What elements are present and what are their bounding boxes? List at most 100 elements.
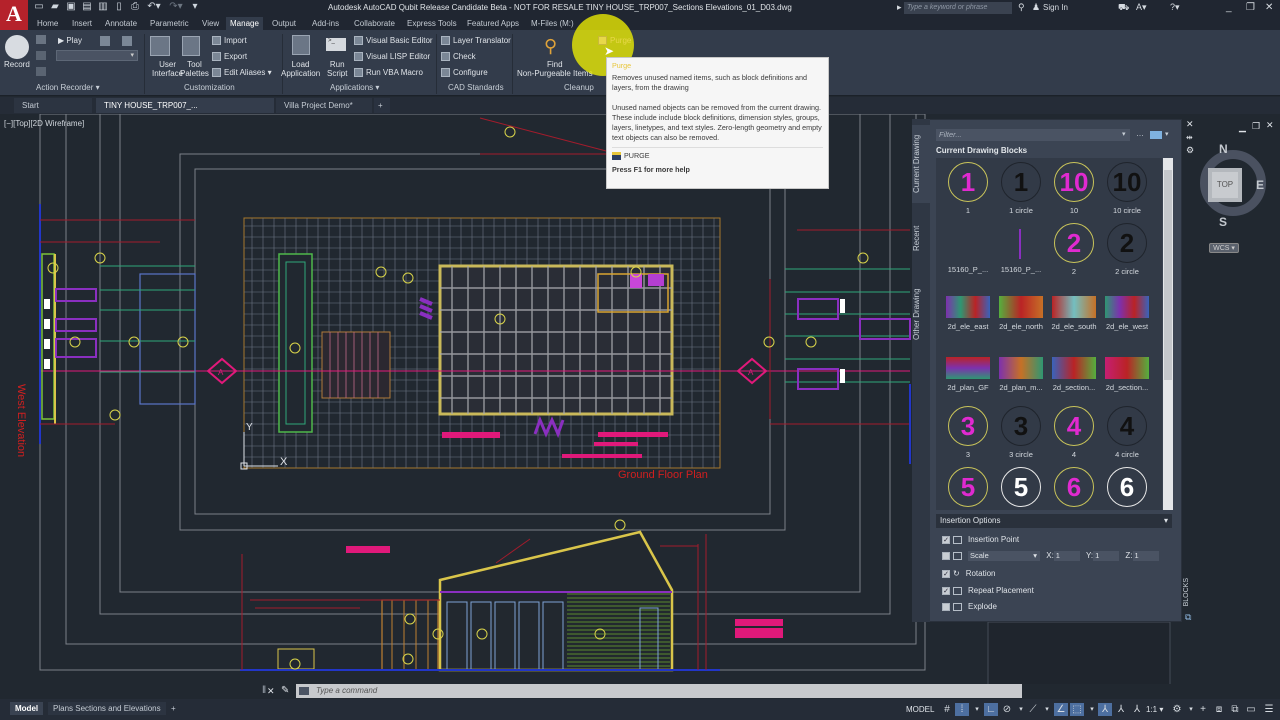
minimize-button[interactable]: _ [1226,2,1232,13]
insert-base-point-icon[interactable] [36,67,46,76]
tab-manage[interactable]: Manage [226,17,263,30]
tab-other-drawing[interactable]: Other Drawing [912,273,930,355]
snap-mode-icon[interactable]: ⁞ [955,703,969,716]
osnap-dropdown-icon[interactable]: ▾ [1085,703,1099,716]
tool-palettes-button[interactable]: Tool Palettes [180,60,209,78]
option-scale[interactable]: Scale ▾ X: 1 Y: 1 Z: 1 [942,551,1159,561]
edit-aliases-button[interactable]: Edit Aliases ▾ [212,68,272,78]
block-item[interactable]: 15160_P_... [940,221,996,281]
compass-east[interactable]: E [1256,178,1264,192]
expand-search-icon[interactable]: ▸ [897,2,902,13]
isodraft-dropdown-icon[interactable]: ▾ [1040,703,1054,716]
binoculars-icon[interactable]: ⚲ [1018,2,1025,13]
tool-palettes-icon[interactable] [182,36,200,56]
import-button[interactable]: Import [212,36,247,46]
redo-icon[interactable]: ↷▾ [168,2,184,12]
command-line-grip[interactable]: ‖ [262,685,266,696]
block-item[interactable]: 44 [1046,404,1102,464]
block-item[interactable]: 10 10 [1046,160,1102,220]
load-application-icon[interactable] [292,35,310,55]
visual-lisp-editor-button[interactable]: Visual LISP Editor [354,52,430,62]
tab-insert[interactable]: Insert [68,17,96,30]
object-snap-icon[interactable]: ⬚ [1070,703,1084,716]
model-space-toggle[interactable]: MODEL [906,705,934,714]
layer-translator-button[interactable]: Layer Translator [441,36,511,46]
block-item[interactable]: 2d_plan_m... [993,343,1049,403]
run-script-button[interactable]: Run Script [327,60,347,78]
load-application-button[interactable]: Load Application [281,60,320,78]
tab-add-ins[interactable]: Add-ins [308,17,343,30]
check-button[interactable]: Check [441,52,476,62]
block-item[interactable]: 3 3 circle [993,404,1049,464]
scale-select[interactable]: Scale ▾ [968,551,1040,561]
grid-icon[interactable]: # [940,703,954,716]
play-button[interactable]: ▶ Play [58,36,82,45]
share-icon[interactable]: ▯ [114,2,124,12]
block-item[interactable]: 2d_ele_east [940,282,996,342]
open-folder-icon[interactable]: ▰ [50,2,60,12]
scale-checkbox[interactable] [942,552,950,560]
viewport-controls[interactable]: [−][Top][2D Wireframe] [4,119,84,128]
viewport-close-icon[interactable]: ✕ [1266,120,1274,131]
tab-current-drawing[interactable]: Current Drawing [912,125,930,203]
auto-scale-icon[interactable]: ⅄ [1114,703,1128,716]
block-item[interactable]: 5 [993,465,1049,510]
user-interface-icon[interactable] [150,36,170,56]
palette-properties-icon[interactable]: ⚙ [1186,145,1194,156]
annotation-monitor-icon[interactable]: + [1196,703,1210,716]
block-item[interactable]: 22 [1046,221,1102,281]
preferences-icon[interactable] [100,36,110,46]
compass-north[interactable]: N [1219,142,1228,156]
new-file-icon[interactable]: ▭ [34,2,44,12]
isodraft-icon[interactable]: ⟋ [1026,703,1040,716]
workspace-gear-icon[interactable]: ⚙ [1170,703,1184,716]
option-insertion-point[interactable]: ✓ Insertion Point [942,535,1019,544]
autodesk-a360-icon[interactable]: A▾ [1136,2,1147,13]
filter-dropdown-icon[interactable]: ▾ [1122,130,1126,138]
isolate-objects-icon[interactable]: ⧉ [1228,703,1242,716]
cart-icon[interactable]: ⛟ [1118,2,1129,14]
tab-featured-apps[interactable]: Featured Apps [463,17,523,30]
viewport-minimize-icon[interactable]: ▁ [1239,122,1246,133]
wcs-menu[interactable]: WCS ▾ [1209,243,1239,253]
print-icon[interactable]: ⎙ [130,2,140,12]
units-icon[interactable]: ⧈ [1212,703,1226,716]
command-customize-icon[interactable]: ✎ [281,685,289,696]
tab-output[interactable]: Output [268,17,300,30]
blocks-scrollbar-thumb[interactable] [1164,170,1172,380]
close-button[interactable]: ✕ [1265,2,1273,13]
command-close-icon[interactable]: ✕ [267,686,275,697]
block-item[interactable]: 6 [1099,465,1155,510]
restore-button[interactable]: ❐ [1246,2,1255,13]
block-item[interactable]: 2d_section... [1046,343,1102,403]
explode-checkbox[interactable] [942,602,950,611]
record-icon[interactable] [5,35,29,59]
tab-recent[interactable]: Recent [912,207,930,269]
save-as-icon[interactable]: ▤ [82,2,92,12]
request-user-input-icon[interactable] [36,51,46,60]
insertion-options-header[interactable]: Insertion Options ▾ [936,514,1172,528]
publish-icon[interactable]: ▥ [98,2,108,12]
qat-dropdown-icon[interactable]: ▾ [190,2,200,12]
collapse-icon[interactable]: ▾ [1164,514,1168,528]
layout-tab-plans[interactable]: Plans Sections and Elevations [48,702,166,715]
tab-collaborate[interactable]: Collaborate [350,17,399,30]
block-item[interactable]: 11 [940,160,996,220]
object-snap-tracking-icon[interactable]: ∠ [1054,703,1068,716]
option-rotation[interactable]: ✓ ↻ Rotation [942,569,996,578]
tab-parametric[interactable]: Parametric [146,17,193,30]
viewport-restore-icon[interactable]: ❐ [1252,121,1260,132]
tab-m-files[interactable]: M-Files (M:) [527,17,578,30]
new-tab-button[interactable]: + [374,98,390,113]
polar-icon[interactable]: ⊘ [1000,703,1014,716]
command-history-icon[interactable] [299,687,309,695]
annotation-scale-select[interactable]: 1:1 ▾ [1146,705,1163,714]
repeat-placement-checkbox[interactable]: ✓ [942,586,950,595]
doc-tab-villa[interactable]: Villa Project Demo* ✕ [276,98,372,125]
browse-button[interactable]: … [1136,129,1144,138]
block-item[interactable]: 2d_ele_south [1046,282,1102,342]
rotation-checkbox[interactable]: ✓ [942,569,950,578]
view-mode-dropdown-icon[interactable]: ▾ [1165,130,1169,138]
annotation-visibility-icon[interactable]: ⅄ [1098,703,1112,716]
export-button[interactable]: Export [212,52,247,62]
